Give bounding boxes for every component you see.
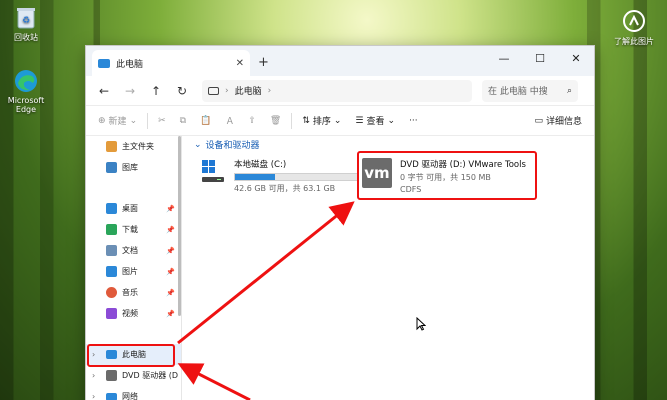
annotation-arrows bbox=[177, 201, 355, 400]
arrow-to-dvd bbox=[177, 201, 355, 345]
mouse-cursor-icon bbox=[416, 316, 427, 335]
arrow-to-this-pc bbox=[177, 363, 251, 400]
